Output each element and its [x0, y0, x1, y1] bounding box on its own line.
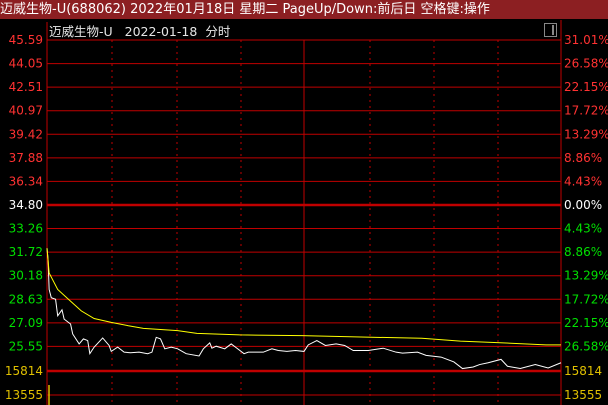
right-axis-label: 22.15%: [564, 316, 608, 330]
left-axis-label: 31.72: [9, 245, 43, 259]
right-axis-label: 17.72%: [564, 292, 608, 306]
left-axis-label: 37.88: [9, 151, 43, 165]
left-axis-label: 45.59: [9, 33, 43, 47]
left-axis-label: 34.80: [9, 198, 43, 212]
right-axis-label: 15814: [564, 364, 602, 378]
left-axis-label: 36.34: [9, 174, 43, 188]
right-axis-label: 4.43%: [564, 222, 602, 236]
left-axis-label: 30.18: [9, 269, 43, 283]
left-axis-label: 39.42: [9, 127, 43, 141]
left-axis-label: 25.55: [9, 339, 43, 353]
right-axis-label: 13555: [564, 388, 602, 402]
left-axis-label: 44.05: [9, 57, 43, 71]
right-axis-label: 17.72%: [564, 104, 608, 118]
right-axis-label: 26.58%: [564, 339, 608, 353]
right-axis-label: 13.29%: [564, 269, 608, 283]
right-axis-label: 26.58%: [564, 57, 608, 71]
left-axis-label: 15814: [5, 364, 43, 378]
right-axis-label: 8.86%: [564, 245, 602, 259]
right-axis-label: 4.43%: [564, 174, 602, 188]
right-axis-label: 13.29%: [564, 127, 608, 141]
left-axis-label: 13555: [5, 388, 43, 402]
left-axis-label: 27.09: [9, 316, 43, 330]
right-axis-label: 22.15%: [564, 80, 608, 94]
right-axis-label: 0.00%: [564, 198, 602, 212]
left-axis-label: 40.97: [9, 104, 43, 118]
right-axis-label: 31.01%: [564, 33, 608, 47]
left-axis-label: 42.51: [9, 80, 43, 94]
intraday-chart: 45.59 31.01% 44.05 26.58% 42.51 22.15% 40.97 17…: [5, 20, 608, 405]
right-axis-label: 8.86%: [564, 151, 602, 165]
left-axis-label: 28.63: [9, 292, 43, 306]
left-axis-label: 33.26: [9, 222, 43, 236]
